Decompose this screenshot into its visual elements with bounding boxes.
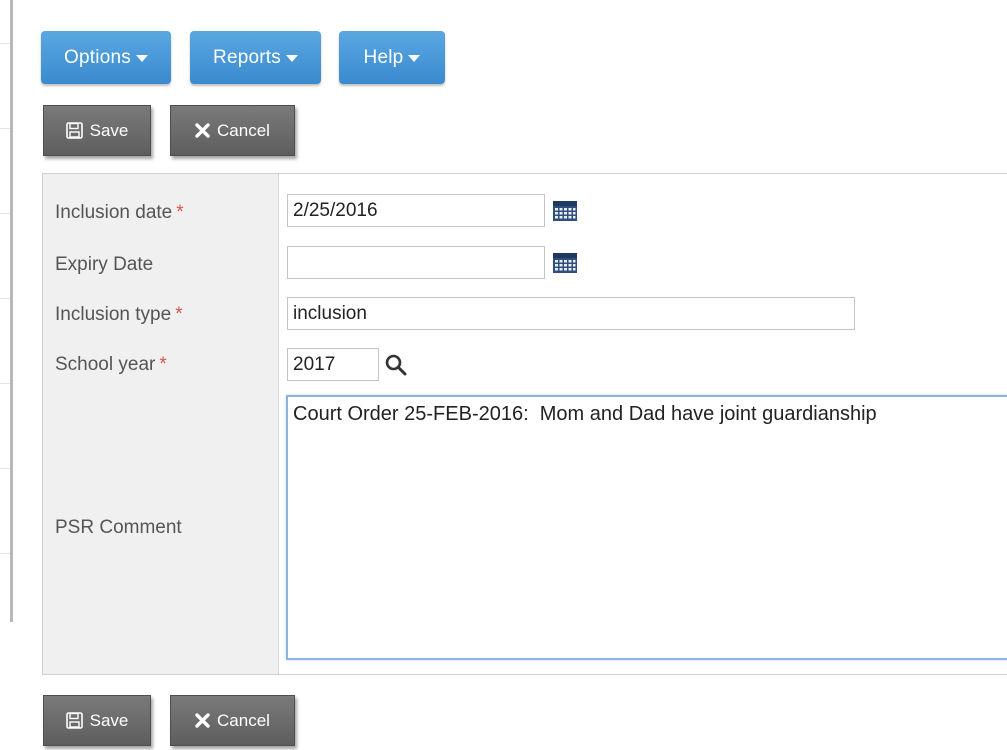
bottom-cancel-button[interactable]: Cancel	[170, 695, 295, 746]
label-column: Inclusion date * Expiry Date Inclusion ty…	[43, 174, 279, 674]
left-gutter-tick	[0, 43, 10, 44]
required-marker: *	[159, 354, 167, 375]
school-year-label: School year *	[55, 354, 167, 376]
caret-down-icon	[408, 55, 421, 62]
floppy-disk-icon	[65, 122, 83, 139]
x-icon	[195, 123, 210, 138]
expiry-date-input[interactable]	[287, 246, 545, 279]
help-menu-button[interactable]: Help	[339, 31, 445, 84]
psr-comment-textarea[interactable]: Court Order 25-FEB-2016: Mom and Dad hav…	[286, 395, 1007, 660]
cancel-button-label: Cancel	[217, 710, 270, 730]
caret-down-icon	[285, 55, 298, 62]
left-gutter-line	[10, 0, 13, 622]
cancel-button[interactable]: Cancel	[170, 105, 295, 156]
expiry-date-label-text: Expiry Date	[55, 254, 154, 275]
left-gutter-tick	[0, 128, 10, 129]
save-button-label: Save	[89, 710, 129, 730]
psr-comment-label: PSR Comment	[55, 517, 182, 539]
school-year-label-text: School year	[55, 354, 156, 375]
school-year-input[interactable]	[287, 348, 379, 381]
left-gutter-tick	[0, 383, 10, 384]
psr-comment-label-text: PSR Comment	[55, 517, 182, 538]
x-icon	[195, 713, 210, 728]
inclusion-type-input[interactable]	[287, 297, 855, 330]
inclusion-date-label-text: Inclusion date	[55, 202, 173, 223]
expiry-date-label: Expiry Date	[55, 254, 153, 276]
inclusion-form: Inclusion date * Expiry Date Inclusion ty…	[42, 173, 1007, 675]
required-marker: *	[175, 304, 183, 325]
floppy-disk-icon	[65, 712, 83, 729]
options-menu-label: Options	[64, 46, 131, 68]
inclusion-type-label-text: Inclusion type	[55, 304, 172, 325]
inclusion-type-label: Inclusion type *	[55, 304, 183, 326]
left-gutter-tick	[0, 553, 10, 554]
reports-menu-button[interactable]: Reports	[190, 31, 321, 84]
bottom-save-button[interactable]: Save	[43, 695, 151, 746]
search-icon[interactable]	[385, 354, 407, 381]
left-gutter-tick	[0, 213, 10, 214]
required-marker: *	[176, 202, 184, 223]
help-menu-label: Help	[363, 46, 404, 68]
left-gutter-tick	[0, 298, 10, 299]
calendar-icon[interactable]	[553, 201, 577, 221]
save-button-label: Save	[89, 120, 129, 140]
cancel-button-label: Cancel	[217, 120, 270, 140]
left-gutter-tick	[0, 468, 10, 469]
page: Options Reports Help Save Cancel Inclusi…	[0, 0, 1007, 750]
caret-down-icon	[135, 55, 148, 62]
save-button[interactable]: Save	[43, 105, 151, 156]
options-menu-button[interactable]: Options	[41, 31, 171, 84]
inclusion-date-label: Inclusion date *	[55, 202, 184, 224]
inclusion-date-input[interactable]	[287, 194, 545, 227]
reports-menu-label: Reports	[213, 46, 281, 68]
calendar-icon[interactable]	[553, 253, 577, 273]
